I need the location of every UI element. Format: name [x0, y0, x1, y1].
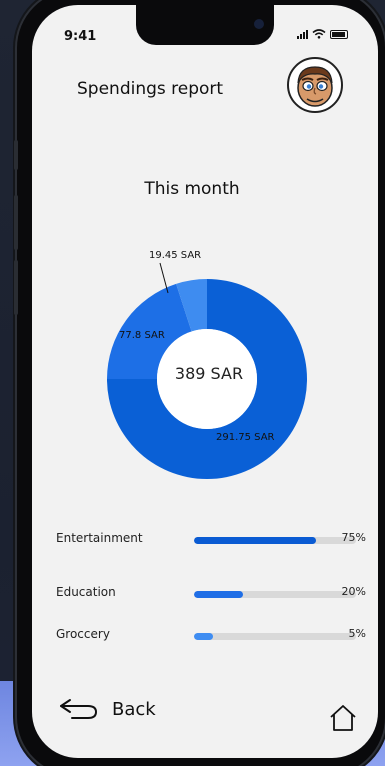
progress-track [194, 537, 356, 544]
wifi-icon [312, 29, 326, 39]
donut-hole [157, 329, 257, 429]
slice-label-large: 291.75 SAR [216, 432, 275, 443]
category-name: Education [56, 585, 116, 599]
progress-track [194, 591, 356, 598]
volume-down-button [14, 260, 18, 315]
home-icon [330, 705, 356, 731]
progress-fill [194, 591, 243, 598]
back-arrow-icon [60, 699, 98, 719]
period-label: This month [144, 179, 240, 199]
slice-label-leader-line [159, 262, 169, 294]
cartoon-face-avatar-icon [297, 66, 333, 107]
battery-icon [330, 29, 348, 39]
category-name: Groccery [56, 627, 110, 641]
category-percent: 5% [348, 627, 366, 640]
category-percent: 20% [341, 585, 366, 598]
phone-screen: 9:41 Spendings report This month 389 SAR… [32, 5, 378, 758]
category-row-entertainment: Entertainment 75% [56, 531, 366, 551]
back-label: Back [112, 698, 156, 720]
volume-up-button [14, 195, 18, 250]
cellular-signal-icon [297, 29, 308, 39]
donut-slice-1 [107, 283, 192, 379]
mute-switch [14, 140, 18, 170]
avatar[interactable] [287, 57, 343, 113]
category-name: Entertainment [56, 531, 143, 545]
notch [136, 5, 274, 45]
slice-label-medium: 77.8 SAR [119, 330, 165, 341]
category-row-education: Education 20% [56, 585, 366, 605]
donut-slice-0 [107, 279, 307, 479]
donut-center-total: 389 SAR [174, 364, 244, 383]
back-button[interactable]: Back [58, 697, 156, 721]
slice-label-small: 19.45 SAR [149, 250, 202, 261]
progress-fill [194, 633, 214, 640]
page-title: Spendings report [77, 79, 224, 99]
status-icons [297, 29, 348, 39]
donut-slice-2 [176, 279, 207, 332]
progress-track [194, 633, 356, 640]
category-percent: 75% [341, 531, 366, 544]
progress-fill [194, 537, 316, 544]
front-camera [254, 19, 264, 29]
status-time: 9:41 [64, 29, 97, 44]
page: 9:41 Spendings report This month 389 SAR… [0, 0, 385, 766]
home-button[interactable] [328, 703, 358, 733]
category-row-groccery: Groccery 5% [56, 627, 366, 647]
